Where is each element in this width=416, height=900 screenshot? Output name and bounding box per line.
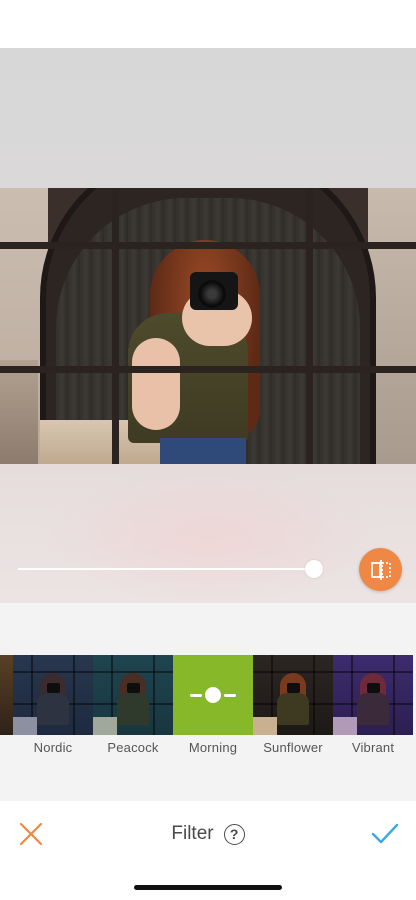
filter-label: Morning <box>188 740 238 755</box>
thumb-camera <box>287 683 300 693</box>
thumb-table <box>333 717 357 735</box>
filter-strip[interactable]: Nordic Peacock Morning Sunflower Vibrant <box>0 655 416 755</box>
selected-filter-overlay[interactable] <box>173 655 253 735</box>
compare-button[interactable] <box>359 548 402 591</box>
filter-label: Vibrant <box>351 740 395 755</box>
filter-item-nordic[interactable]: Nordic <box>13 655 93 755</box>
bottom-toolbar: Filter ? <box>0 801 416 900</box>
filter-panel: Nordic Peacock Morning Sunflower Vibrant <box>0 603 416 801</box>
checkmark-icon <box>371 823 399 844</box>
adjust-intensity-icon <box>190 685 236 705</box>
status-bar-area <box>0 0 416 48</box>
help-icon[interactable]: ? <box>223 823 245 845</box>
edited-photo <box>0 188 416 464</box>
intensity-slider-thumb[interactable] <box>305 560 323 578</box>
filter-thumbnail-selected[interactable] <box>173 655 253 735</box>
page-title: Filter <box>171 823 214 844</box>
photo-window-bar <box>0 242 416 249</box>
thumb-camera <box>127 683 140 693</box>
compare-icon <box>370 559 391 580</box>
filter-thumbnail[interactable] <box>333 655 413 735</box>
filter-thumb-partial[interactable] <box>0 655 13 735</box>
photo-canvas <box>0 48 416 603</box>
photo-person-jeans <box>160 438 246 464</box>
photo-cabinet <box>0 360 38 464</box>
thumb-table <box>93 717 117 735</box>
filter-item-morning[interactable]: Morning <box>173 655 253 755</box>
thumb-table <box>253 717 277 735</box>
filter-thumbnail[interactable] <box>253 655 333 735</box>
filter-item-peacock[interactable]: Peacock <box>93 655 173 755</box>
toolbar-title-group: Filter ? <box>0 819 416 849</box>
thumb-person-body <box>277 693 309 725</box>
thumb-person-body <box>37 693 69 725</box>
confirm-button[interactable] <box>368 819 402 849</box>
filter-label: Nordic <box>33 740 73 755</box>
thumb-person-body <box>357 693 389 725</box>
photo-person-arm <box>132 338 180 430</box>
intensity-slider-track[interactable] <box>18 568 308 570</box>
canvas-background-glow <box>40 468 380 603</box>
thumb-table <box>13 717 37 735</box>
filter-thumbnail[interactable] <box>13 655 93 735</box>
filter-item-vibrant[interactable]: Vibrant <box>333 655 413 755</box>
filter-thumbnail[interactable] <box>93 655 173 735</box>
thumb-camera <box>367 683 380 693</box>
thumb-person-body <box>117 693 149 725</box>
filter-label: Sunflower <box>263 740 323 755</box>
photo-window-bar <box>306 188 313 464</box>
photo-window-bar <box>112 188 119 464</box>
thumb-camera <box>47 683 60 693</box>
photo-window-bar <box>0 366 416 373</box>
filter-item-sunflower[interactable]: Sunflower <box>253 655 333 755</box>
home-indicator <box>134 885 282 890</box>
filter-label: Peacock <box>107 740 159 755</box>
photo-camera-lens <box>198 280 226 308</box>
